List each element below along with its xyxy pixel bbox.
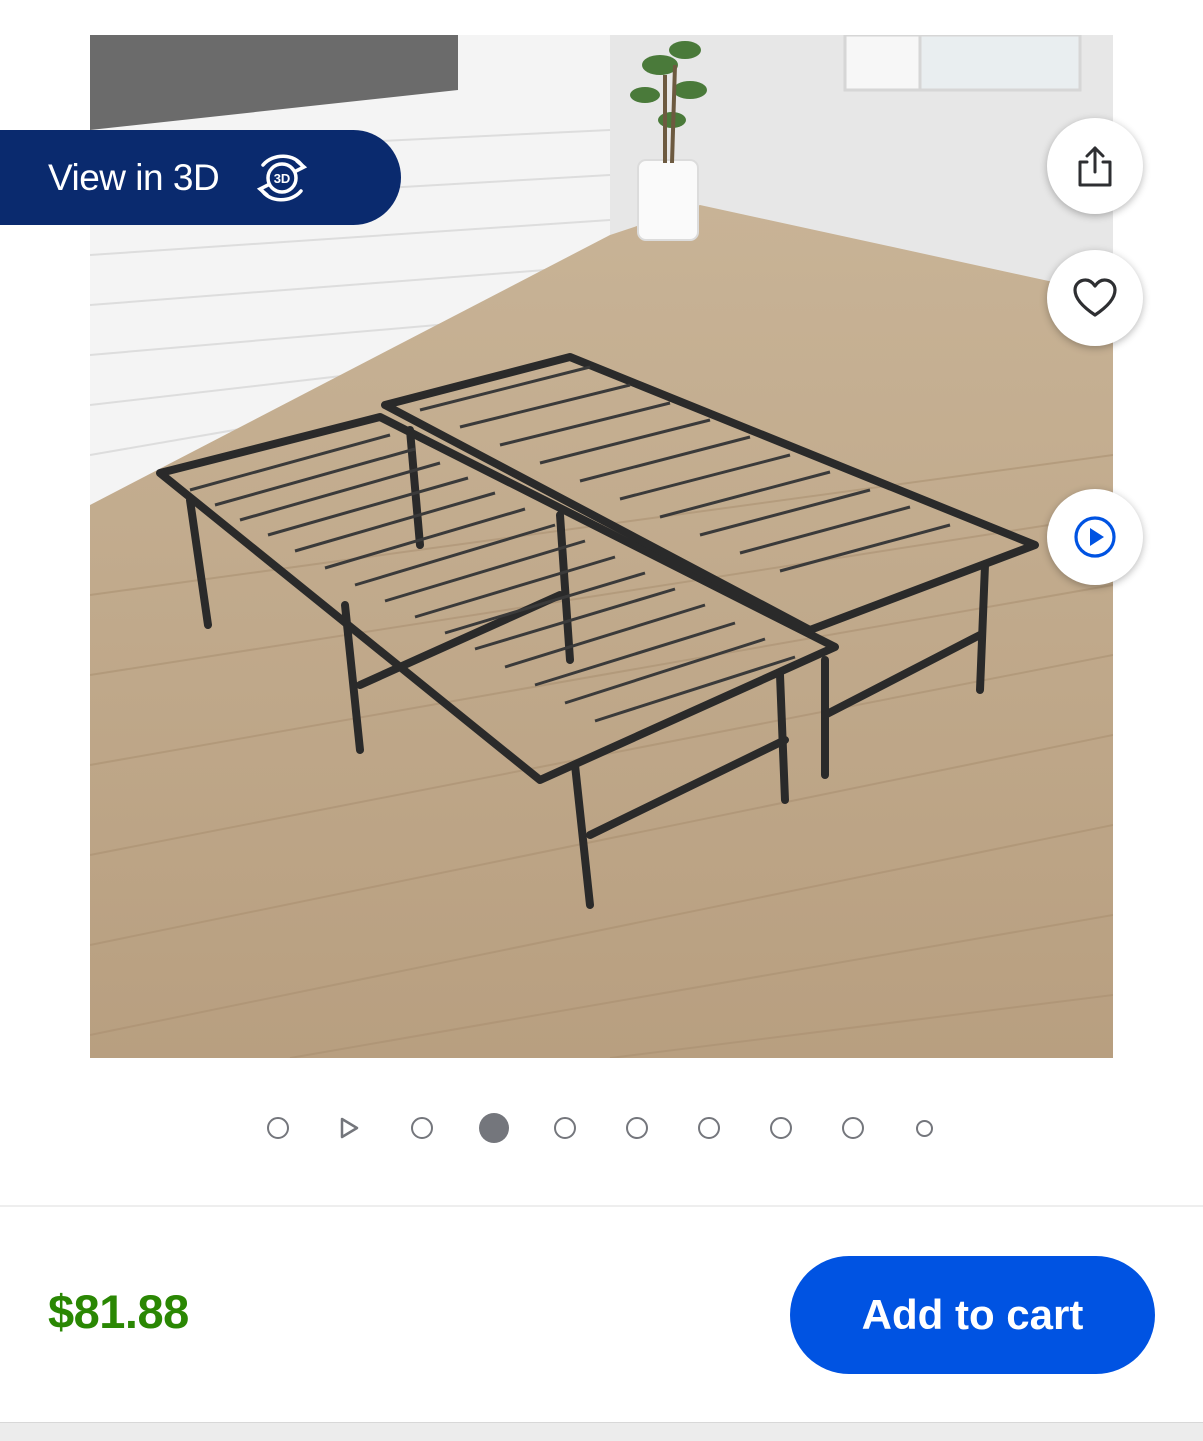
carousel-dot[interactable]: [267, 1117, 289, 1139]
share-icon: [1078, 146, 1112, 187]
carousel-indicators: [0, 1110, 1203, 1146]
3d-rotate-icon: 3D: [257, 154, 308, 201]
bottom-edge: [0, 1422, 1203, 1441]
favorite-button[interactable]: [1047, 250, 1143, 346]
play-circle-icon: [1074, 516, 1116, 558]
view-in-3d-button[interactable]: View in 3D 3D: [0, 130, 401, 225]
price: $81.88: [48, 1285, 189, 1338]
carousel-video-dot-icon[interactable]: [337, 1116, 361, 1140]
carousel-dot[interactable]: [698, 1117, 720, 1139]
carousel-dot-active[interactable]: [479, 1113, 509, 1143]
divider: [0, 1205, 1203, 1207]
carousel-dot[interactable]: [770, 1117, 792, 1139]
carousel-dot[interactable]: [411, 1117, 433, 1139]
carousel-dot-small[interactable]: [916, 1120, 933, 1137]
add-to-cart-button[interactable]: Add to cart: [790, 1256, 1155, 1374]
view-in-3d-label: View in 3D: [48, 156, 220, 198]
3d-icon-text: 3D: [274, 171, 291, 186]
carousel-dot[interactable]: [554, 1117, 576, 1139]
share-button[interactable]: [1047, 118, 1143, 214]
carousel-dot[interactable]: [842, 1117, 864, 1139]
play-video-button[interactable]: [1047, 489, 1143, 585]
heart-icon: [1073, 278, 1117, 317]
carousel-dot[interactable]: [626, 1117, 648, 1139]
